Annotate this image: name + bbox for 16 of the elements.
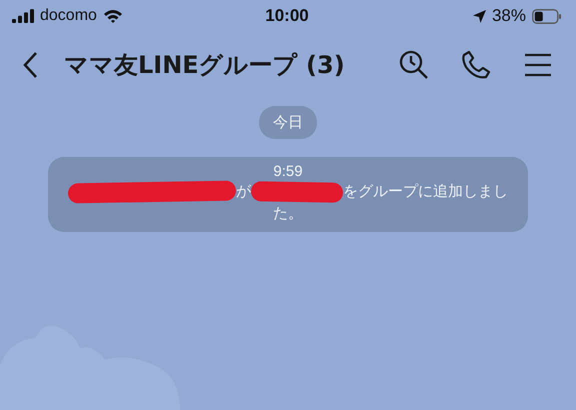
- message-text: をグループに追加しまし: [343, 182, 508, 200]
- message-text: が: [236, 182, 251, 200]
- chat-title: ママ友LINEグループ (3): [64, 50, 346, 81]
- back-button[interactable]: [22, 51, 38, 79]
- clock-time: 10:00: [265, 6, 309, 26]
- wifi-icon: [102, 9, 123, 23]
- battery-icon: [532, 8, 562, 24]
- signal-icon: [12, 9, 34, 23]
- message-text: た。: [273, 204, 303, 222]
- call-button[interactable]: [460, 49, 492, 81]
- carrier-name: docomo: [40, 7, 97, 25]
- search-history-button[interactable]: [398, 49, 430, 81]
- date-label: 今日: [259, 106, 317, 139]
- message-time: 9:59: [273, 163, 303, 180]
- battery-percent: 38%: [492, 6, 526, 26]
- location-arrow-icon: [472, 10, 486, 22]
